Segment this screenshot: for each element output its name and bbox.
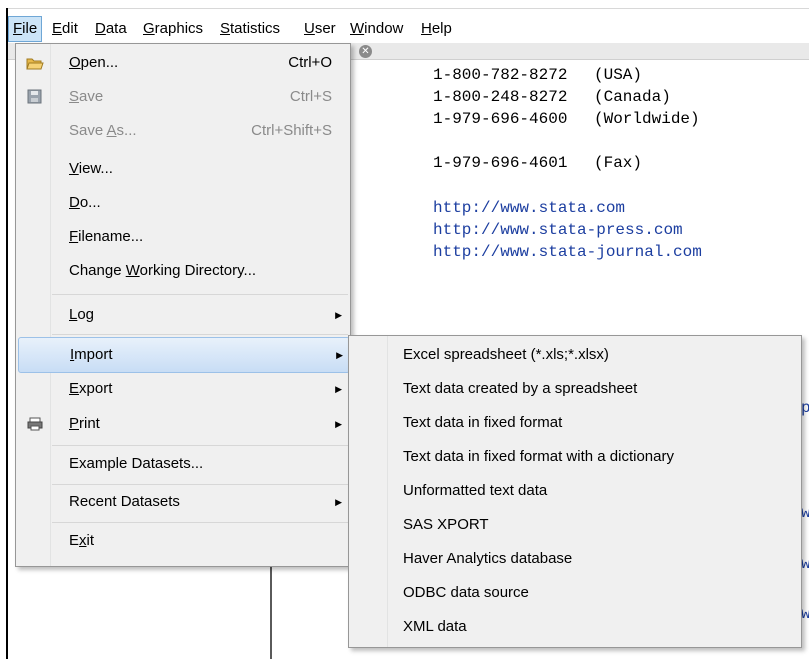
phone-number: 1-979-696-4600 bbox=[433, 110, 568, 128]
shortcut: Ctrl+O bbox=[288, 54, 332, 71]
menu-item-save[interactable]: Save Ctrl+S bbox=[18, 80, 348, 114]
menu-separator bbox=[52, 445, 348, 446]
menu-item-save-as[interactable]: Save As... Ctrl+Shift+S bbox=[18, 114, 348, 148]
submenu-arrow-icon: ▶ bbox=[335, 497, 342, 507]
menu-edit[interactable]: Edit bbox=[48, 17, 82, 41]
menu-graphics[interactable]: Graphics bbox=[139, 17, 207, 41]
menu-item-do[interactable]: Do... bbox=[18, 186, 348, 220]
partial-text: w bbox=[801, 605, 809, 623]
menu-item-label: Change Working Directory... bbox=[69, 262, 257, 279]
open-folder-icon bbox=[26, 55, 44, 71]
import-text-fixed[interactable]: Text data in fixed format bbox=[403, 406, 562, 440]
menu-separator bbox=[52, 334, 348, 335]
submenu-arrow-icon: ▶ bbox=[335, 419, 342, 429]
import-text-fixed-dictionary[interactable]: Text data in fixed format with a diction… bbox=[403, 440, 674, 474]
menu-file[interactable]: File bbox=[8, 16, 43, 42]
menu-item-label: Import bbox=[70, 346, 113, 363]
menu-item-recent-datasets[interactable]: Recent Datasets ▶ bbox=[18, 485, 348, 519]
partial-text: p bbox=[801, 399, 809, 417]
menu-separator bbox=[52, 294, 348, 295]
menu-item-print[interactable]: Print ▶ bbox=[18, 407, 348, 441]
import-sas-xport[interactable]: SAS XPORT bbox=[403, 508, 489, 542]
menu-item-label: Example Datasets... bbox=[69, 455, 204, 472]
link-stata-press[interactable]: http://www.stata-press.com bbox=[433, 221, 683, 239]
phone-label: (Worldwide) bbox=[594, 110, 700, 128]
menu-item-export[interactable]: Export ▶ bbox=[18, 372, 348, 406]
menu-item-view[interactable]: View... bbox=[18, 152, 348, 186]
partial-text: w bbox=[801, 555, 809, 573]
menu-item-log[interactable]: Log ▶ bbox=[18, 298, 348, 332]
import-haver[interactable]: Haver Analytics database bbox=[403, 542, 572, 576]
menu-user[interactable]: User bbox=[300, 17, 340, 41]
menu-item-label: Open... bbox=[69, 54, 119, 71]
import-unformatted-text[interactable]: Unformatted text data bbox=[403, 474, 547, 508]
menu-item-change-dir[interactable]: Change Working Directory... bbox=[18, 254, 348, 288]
menu-window[interactable]: Window bbox=[346, 17, 407, 41]
menu-item-label: Save As... bbox=[69, 122, 137, 139]
phone-label: (Canada) bbox=[594, 88, 671, 106]
menu-data[interactable]: Data bbox=[91, 17, 131, 41]
phone-number: 1-800-248-8272 bbox=[433, 88, 568, 106]
menu-item-label: Filename... bbox=[69, 228, 144, 245]
file-menu: Open... Ctrl+O Save Ctrl+S Save As... Ct… bbox=[15, 43, 351, 567]
save-disk-icon bbox=[26, 89, 44, 105]
window-top-edge bbox=[6, 8, 809, 9]
menu-item-open[interactable]: Open... Ctrl+O bbox=[18, 46, 348, 80]
partial-text: w bbox=[801, 504, 809, 522]
menu-item-import[interactable]: Import ▶ bbox=[18, 337, 350, 373]
shortcut: Ctrl+S bbox=[289, 88, 332, 105]
window-left-edge bbox=[6, 8, 8, 659]
menu-item-label: Save bbox=[69, 88, 104, 105]
menu-bar: File Edit Data Graphics Statistics User … bbox=[8, 13, 809, 43]
menu-item-example-datasets[interactable]: Example Datasets... bbox=[18, 447, 348, 481]
menu-item-label: Recent Datasets bbox=[69, 493, 180, 510]
import-submenu: Excel spreadsheet (*.xls;*.xlsx) Text da… bbox=[348, 335, 802, 648]
menu-item-label: Export bbox=[69, 380, 113, 397]
menu-separator bbox=[52, 522, 348, 523]
import-odbc[interactable]: ODBC data source bbox=[403, 576, 529, 610]
menu-item-exit[interactable]: Exit bbox=[18, 524, 348, 558]
fax-label: (Fax) bbox=[594, 154, 643, 172]
menu-item-label: Do... bbox=[69, 194, 101, 211]
menu-help[interactable]: Help bbox=[417, 17, 456, 41]
fax-number: 1-979-696-4601 bbox=[433, 154, 568, 172]
menu-gutter bbox=[349, 336, 388, 647]
menu-item-label: Log bbox=[69, 306, 95, 323]
menu-item-filename[interactable]: Filename... bbox=[18, 220, 348, 254]
phone-number: 1-800-782-8272 bbox=[433, 66, 568, 84]
printer-icon bbox=[26, 416, 44, 432]
shortcut: Ctrl+Shift+S bbox=[251, 122, 332, 139]
menu-item-label: Print bbox=[69, 415, 100, 432]
link-stata-journal[interactable]: http://www.stata-journal.com bbox=[433, 243, 702, 261]
menu-item-label: Exit bbox=[69, 532, 95, 549]
menu-statistics[interactable]: Statistics bbox=[216, 17, 284, 41]
submenu-arrow-icon: ▶ bbox=[336, 350, 343, 360]
import-excel[interactable]: Excel spreadsheet (*.xls;*.xlsx) bbox=[403, 338, 609, 372]
menu-item-label: View... bbox=[69, 160, 113, 177]
submenu-arrow-icon: ▶ bbox=[335, 384, 342, 394]
submenu-arrow-icon: ▶ bbox=[335, 310, 342, 320]
link-stata[interactable]: http://www.stata.com bbox=[433, 199, 625, 217]
import-xml[interactable]: XML data bbox=[403, 610, 467, 644]
close-tab-icon[interactable]: ✕ bbox=[359, 45, 372, 58]
import-text-spreadsheet[interactable]: Text data created by a spreadsheet bbox=[403, 372, 637, 406]
phone-label: (USA) bbox=[594, 66, 643, 84]
